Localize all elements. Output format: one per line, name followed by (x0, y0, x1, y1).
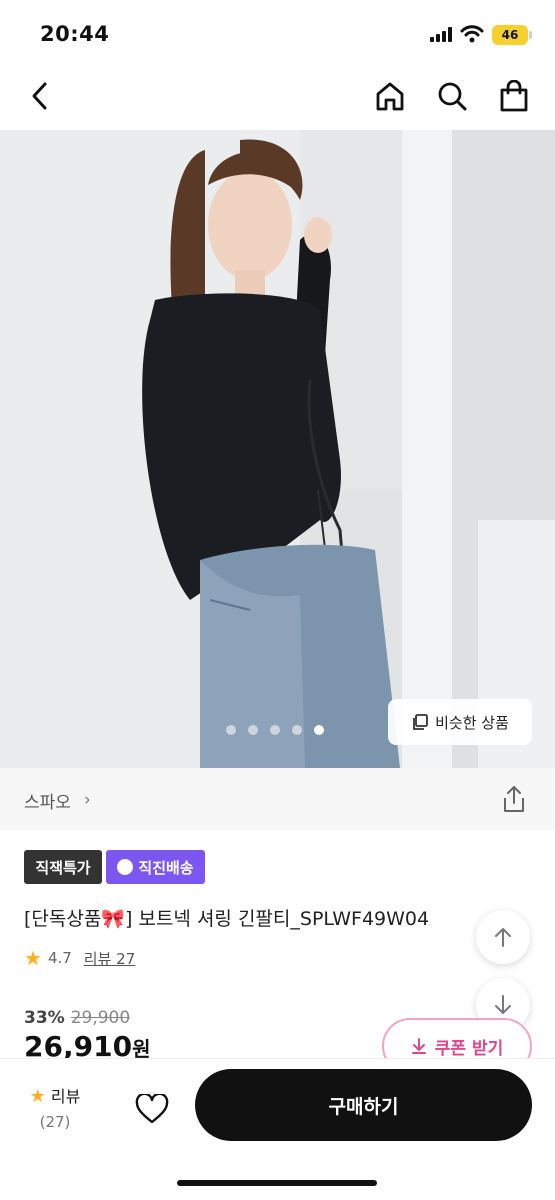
status-bar: 20:44 46 (0, 0, 555, 64)
pagination-dot[interactable] (270, 725, 280, 735)
star-icon: ★ (24, 946, 42, 970)
product-title: [단독상품🎀] 보트넥 셔링 긴팔티_SPLWF49W04 (24, 904, 429, 931)
shipping-arrow-icon (117, 859, 134, 875)
discount-row: 33% 29,900 (24, 1008, 130, 1028)
bottom-action-bar: ★ 리뷰 (27) 구매하기 (0, 1058, 555, 1200)
buy-label: 구매하기 (328, 1095, 399, 1118)
arrow-up-icon (495, 928, 511, 947)
wishlist-button[interactable] (130, 1087, 174, 1131)
review-label: 리뷰 (50, 1087, 81, 1106)
rating-row: ★ 4.7 리뷰 27 (24, 946, 135, 970)
sale-price: 26,910원 (24, 1030, 150, 1058)
chevron-right-icon: › (84, 790, 91, 810)
direct-shipping-label: 직진배송 (138, 858, 194, 877)
similar-products-button[interactable]: 비슷한 상품 (388, 699, 532, 745)
review-summary-button[interactable]: ★ 리뷰 (27) (24, 1083, 86, 1131)
search-button[interactable] (434, 78, 470, 114)
back-button[interactable] (22, 78, 58, 114)
pagination-dot[interactable] (248, 725, 258, 735)
scroll-up-button[interactable] (476, 910, 530, 964)
product-title-prefix: [단독상품 (24, 908, 102, 930)
special-deal-badge: 직잭특가 (24, 850, 102, 884)
discount-rate: 33% (24, 1008, 65, 1028)
ribbon-bow-icon: 🎀 (101, 908, 126, 930)
home-button[interactable] (372, 78, 408, 114)
product-photo (0, 130, 555, 768)
original-price: 29,900 (70, 1008, 131, 1028)
cellular-signal-icon (430, 27, 452, 42)
nav-bar (0, 64, 555, 132)
price-unit: 원 (132, 1037, 151, 1058)
arrow-down-icon (495, 995, 511, 1014)
pagination-dot-active[interactable] (314, 725, 324, 735)
wifi-icon (460, 25, 484, 43)
rating-value: 4.7 (47, 949, 72, 967)
sale-price-value: 26,910 (24, 1030, 133, 1058)
buy-button[interactable]: 구매하기 (195, 1069, 532, 1141)
download-icon (411, 1038, 426, 1054)
gallery-pagination (226, 724, 324, 736)
special-deal-label: 직잭특가 (35, 858, 91, 877)
status-time: 20:44 (40, 22, 110, 46)
pagination-dot[interactable] (292, 725, 302, 735)
battery-icon: 46 (492, 25, 528, 45)
review-link[interactable]: 리뷰 27 (84, 948, 135, 969)
similar-products-label: 비슷한 상품 (435, 713, 509, 732)
pagination-dot[interactable] (226, 725, 236, 735)
product-image[interactable] (0, 130, 555, 768)
review-count: (27) (39, 1113, 71, 1131)
heart-icon (135, 1094, 169, 1124)
back-arrow-icon (32, 82, 47, 110)
battery-level: 46 (501, 28, 519, 42)
home-icon (376, 82, 404, 111)
copy-icon (413, 714, 429, 730)
cart-button[interactable] (496, 78, 532, 114)
product-title-suffix: ] 보트넥 셔링 긴팔티_SPLWF49W04 (125, 908, 430, 930)
brand-name[interactable]: 스파오 (24, 788, 71, 813)
coupon-label: 쿠폰 받기 (434, 1038, 504, 1059)
search-icon (438, 82, 467, 111)
home-indicator (177, 1180, 377, 1186)
star-icon: ★ (29, 1086, 46, 1107)
battery-tip (529, 31, 532, 39)
shopping-bag-icon (500, 80, 528, 112)
direct-shipping-badge: 직진배송 (106, 850, 205, 884)
share-icon[interactable] (500, 784, 528, 814)
brand-row: 스파오 › (0, 768, 555, 830)
